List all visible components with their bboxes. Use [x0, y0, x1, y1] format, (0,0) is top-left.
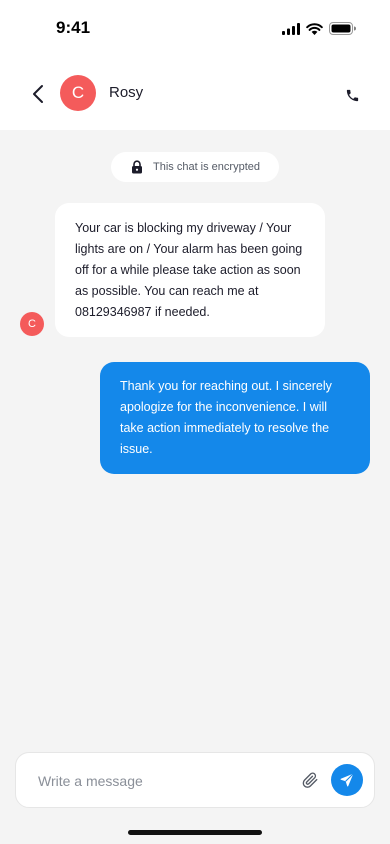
wifi-icon: [306, 22, 323, 40]
paperclip-icon: [302, 772, 318, 788]
cellular-signal-icon: [282, 22, 300, 40]
message-input[interactable]: [38, 769, 288, 793]
chat-header: C Rosy: [0, 60, 390, 130]
lock-icon: [132, 160, 142, 174]
outgoing-message-bubble: Thank you for reaching out. I sincerely …: [100, 362, 370, 474]
message-composer: [15, 752, 375, 808]
home-indicator: [128, 830, 262, 835]
encryption-notice-text: This chat is encrypted: [153, 161, 260, 173]
attach-button[interactable]: [300, 770, 320, 790]
sender-avatar: C: [20, 312, 44, 336]
status-icons: [282, 22, 356, 40]
status-time: 9:41: [56, 18, 91, 37]
send-icon: [340, 773, 354, 787]
incoming-message-text: Your car is blocking my driveway / Your …: [75, 221, 303, 319]
phone-icon: [346, 89, 358, 101]
status-bar: 9:41: [0, 0, 390, 60]
incoming-message-bubble: Your car is blocking my driveway / Your …: [55, 203, 325, 337]
send-button[interactable]: [331, 764, 363, 796]
contact-name[interactable]: Rosy: [109, 84, 143, 101]
avatar[interactable]: C: [60, 75, 96, 111]
call-button[interactable]: [342, 85, 362, 105]
battery-icon: [329, 22, 356, 40]
encryption-notice: This chat is encrypted: [111, 152, 279, 182]
chevron-left-icon: [33, 85, 43, 103]
back-button[interactable]: [26, 81, 50, 107]
outgoing-message-text: Thank you for reaching out. I sincerely …: [120, 379, 332, 456]
